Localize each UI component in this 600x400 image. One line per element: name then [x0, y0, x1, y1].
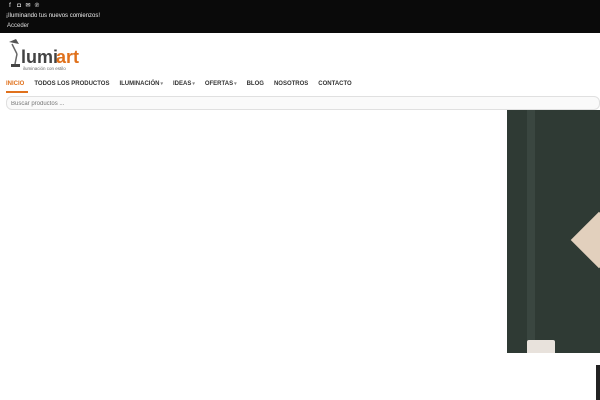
nav-item-todos-los-productos[interactable]: TODOS LOS PRODUCTOS — [34, 79, 109, 89]
nav-item-inicio[interactable]: INICIO — [6, 79, 24, 89]
hero-banner-image — [507, 110, 600, 353]
nav-item-ideas[interactable]: IDEAS ▾ — [173, 79, 195, 89]
site-logo[interactable]: lumi art iluminación con estilo — [8, 38, 98, 74]
chevron-down-icon: ▾ — [192, 81, 195, 87]
nav-item-label: TODOS LOS PRODUCTOS — [34, 81, 110, 87]
main-nav: INICIO TODOS LOS PRODUCTOS ILUMINACIÓN ▾… — [6, 79, 362, 93]
nav-item-contacto[interactable]: CONTACTO — [318, 79, 351, 89]
nav-item-label: NOSOTROS — [273, 81, 309, 87]
nav-item-blog[interactable]: BLOG — [247, 79, 264, 89]
scrollbar[interactable] — [596, 365, 600, 400]
active-nav-underline — [6, 91, 28, 93]
instagram-icon[interactable]: ◘ — [16, 3, 22, 9]
nav-item-label: INICIO — [6, 81, 25, 87]
search-input[interactable] — [11, 99, 571, 108]
pinterest-icon[interactable]: ℗ — [34, 3, 40, 9]
nav-item-label: BLOG — [246, 81, 264, 87]
nav-item-label: ILUMINACIÓN — [119, 81, 160, 87]
nav-item-label: IDEAS — [172, 81, 192, 87]
nav-item-nosotros[interactable]: NOSOTROS — [274, 79, 308, 89]
nav-item-iluminacion[interactable]: ILUMINACIÓN ▾ — [119, 79, 163, 89]
email-icon[interactable]: ✉ — [25, 3, 31, 9]
brand-name-prefix: lumi — [21, 47, 58, 67]
lamp-shade-image — [570, 211, 600, 269]
top-bar: f ◘ ✉ ℗ ¡Iluminando tus nuevos comienzos… — [0, 0, 600, 33]
lamp-icon — [9, 39, 20, 67]
brand-name-suffix: art — [56, 47, 79, 67]
hero-frame — [527, 110, 535, 353]
nav-item-label: OFERTAS — [204, 81, 234, 87]
nav-item-label: CONTACTO — [318, 81, 352, 87]
facebook-icon[interactable]: f — [7, 3, 13, 9]
chevron-down-icon: ▾ — [160, 81, 163, 87]
brand-slogan: iluminación con estilo — [23, 66, 66, 71]
lamp-base-image — [527, 340, 555, 353]
social-links: f ◘ ✉ ℗ — [7, 3, 40, 9]
search-bar[interactable] — [6, 96, 600, 110]
login-link[interactable]: Acceder — [7, 23, 29, 29]
chevron-down-icon: ▾ — [234, 81, 237, 87]
tagline: ¡Iluminando tus nuevos comienzos! — [6, 13, 101, 19]
nav-item-ofertas[interactable]: OFERTAS ▾ — [205, 79, 237, 89]
